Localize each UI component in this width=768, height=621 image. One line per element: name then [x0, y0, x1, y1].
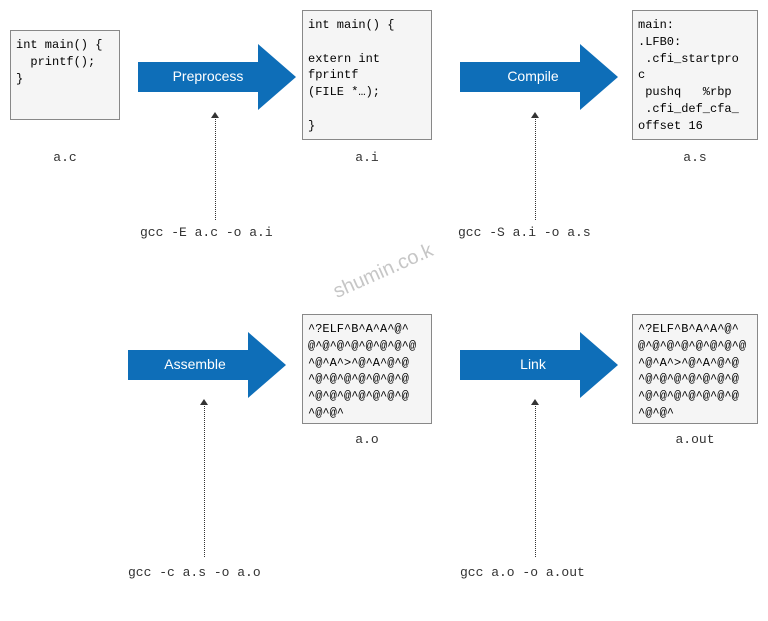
file-box-aout: ^?ELF^B^A^A^@^ @^@^@^@^@^@^@^@ ^@^A^>^@^… — [632, 314, 758, 424]
dotted-line-preprocess — [215, 115, 216, 220]
file-label-aout: a.out — [632, 432, 758, 447]
dotted-arrowhead-compile — [531, 112, 539, 118]
arrow-label-preprocess: Preprocess — [148, 68, 268, 84]
dotted-arrowhead-preprocess — [211, 112, 219, 118]
file-label-as: a.s — [632, 150, 758, 165]
arrow-label-assemble: Assemble — [140, 356, 250, 372]
file-box-ac: int main() { printf(); } — [10, 30, 120, 120]
file-label-ai: a.i — [302, 150, 432, 165]
arrow-label-link: Link — [488, 356, 578, 372]
arrow-label-compile: Compile — [478, 68, 588, 84]
cmd-link: gcc a.o -o a.out — [460, 565, 585, 580]
dotted-line-link — [535, 402, 536, 557]
dotted-line-assemble — [204, 402, 205, 557]
file-box-ai: int main() { extern int fprintf (FILE *…… — [302, 10, 432, 140]
watermark: shumin.co.k — [330, 239, 437, 303]
dotted-arrowhead-link — [531, 399, 539, 405]
cmd-preprocess: gcc -E a.c -o a.i — [140, 225, 273, 240]
cmd-compile: gcc -S a.i -o a.s — [458, 225, 591, 240]
file-box-ao: ^?ELF^B^A^A^@^ @^@^@^@^@^@^@^@ ^@^A^>^@^… — [302, 314, 432, 424]
file-box-as: main: .LFB0: .cfi_startpro c pushq %rbp … — [632, 10, 758, 140]
cmd-assemble: gcc -c a.s -o a.o — [128, 565, 261, 580]
file-label-ao: a.o — [302, 432, 432, 447]
dotted-arrowhead-assemble — [200, 399, 208, 405]
dotted-line-compile — [535, 115, 536, 220]
file-label-ac: a.c — [10, 150, 120, 165]
